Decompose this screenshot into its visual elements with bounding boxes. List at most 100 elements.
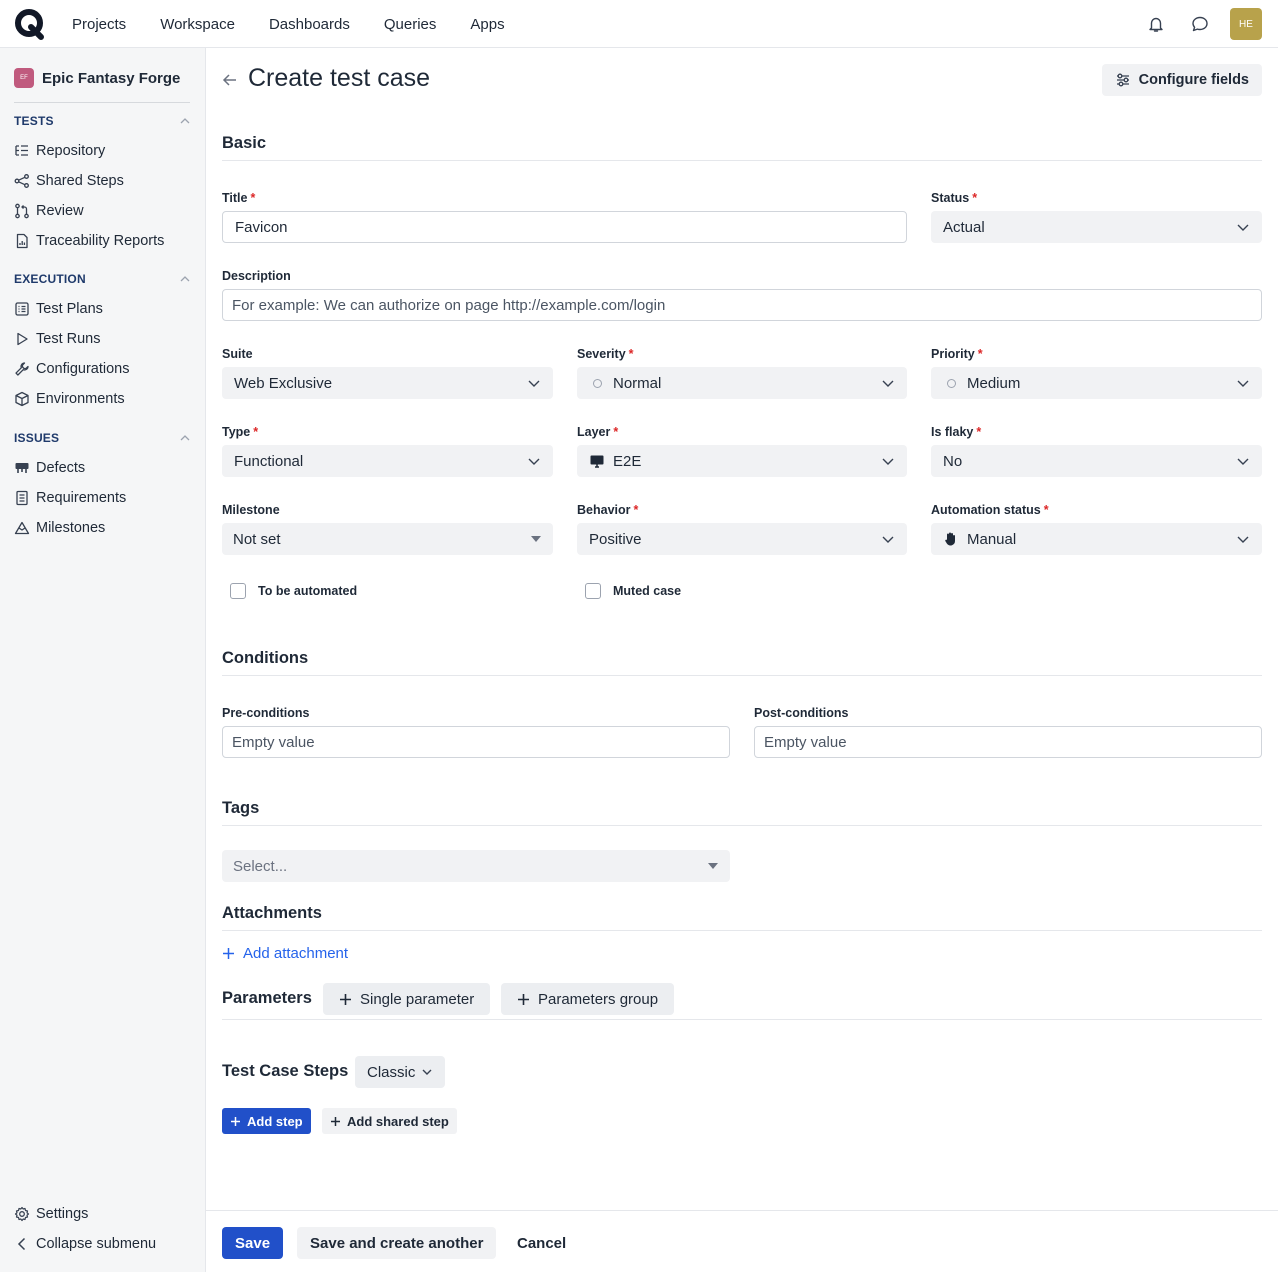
severity-label-text: Severity xyxy=(577,347,626,361)
suite-select[interactable]: Web Exclusive xyxy=(222,367,553,399)
bell-icon[interactable] xyxy=(1142,8,1170,40)
flaky-select[interactable]: No xyxy=(931,445,1262,477)
git-pull-request-icon xyxy=(15,203,29,219)
post-conditions-label: Post-conditions xyxy=(754,706,849,720)
sidebar-item-test-runs[interactable]: Test Runs xyxy=(14,328,100,350)
section-title-steps: Test Case Steps xyxy=(222,1062,349,1080)
plus-icon xyxy=(331,1116,340,1126)
sidebar-section-title: TESTS xyxy=(14,114,54,128)
checkbox-box[interactable] xyxy=(585,583,601,599)
plus-icon xyxy=(231,1116,240,1126)
status-label: Status * xyxy=(931,191,977,205)
post-conditions-field[interactable]: Empty value xyxy=(754,726,1262,758)
circle-icon xyxy=(589,375,605,391)
top-bar: Projects Workspace Dashboards Queries Ap… xyxy=(0,0,1278,48)
severity-label: Severity * xyxy=(577,347,634,361)
milestone-select[interactable]: Not set xyxy=(222,523,553,555)
severity-select[interactable]: Normal xyxy=(577,367,907,399)
cancel-button[interactable]: Cancel xyxy=(504,1227,579,1259)
chevron-down-icon xyxy=(882,458,894,465)
nav-apps[interactable]: Apps xyxy=(470,16,504,33)
section-title-basic: Basic xyxy=(222,134,267,152)
configure-fields-button[interactable]: Configure fields xyxy=(1101,64,1262,96)
nav-projects[interactable]: Projects xyxy=(72,16,126,33)
sidebar: EF Epic Fantasy Forge TESTS Repository S… xyxy=(0,48,206,1272)
sidebar-item-milestones[interactable]: Milestones xyxy=(14,517,105,539)
automation-value: Manual xyxy=(967,530,1017,548)
sidebar-item-label: Collapse submenu xyxy=(36,1236,157,1252)
collapse-submenu-button[interactable]: Collapse submenu xyxy=(14,1233,156,1255)
report-icon xyxy=(16,233,28,249)
project-selector[interactable]: EF Epic Fantasy Forge xyxy=(14,68,180,88)
save-and-create-another-button[interactable]: Save and create another xyxy=(297,1227,497,1259)
sidebar-item-traceability-reports[interactable]: Traceability Reports xyxy=(14,230,164,252)
sidebar-item-environments[interactable]: Environments xyxy=(14,388,125,410)
section-title-conditions: Conditions xyxy=(222,649,309,667)
caret-down-icon xyxy=(531,536,541,542)
sidebar-section-execution[interactable]: EXECUTION xyxy=(14,272,190,286)
hand-icon xyxy=(943,531,959,547)
status-label-text: Status xyxy=(931,191,970,205)
circle-icon xyxy=(943,375,959,391)
parameters-group-button[interactable]: Parameters group xyxy=(501,983,675,1015)
save-button[interactable]: Save xyxy=(222,1227,284,1259)
nav-dashboards[interactable]: Dashboards xyxy=(269,16,350,33)
sidebar-item-test-plans[interactable]: Test Plans xyxy=(14,298,103,320)
back-arrow-icon[interactable] xyxy=(222,72,238,88)
sidebar-section-tests[interactable]: TESTS xyxy=(14,114,190,128)
sidebar-item-settings[interactable]: Settings xyxy=(14,1203,88,1225)
behavior-value: Positive xyxy=(589,530,642,548)
single-parameter-button[interactable]: Single parameter xyxy=(323,983,491,1015)
type-select[interactable]: Functional xyxy=(222,445,553,477)
layer-label-text: Layer xyxy=(577,425,611,439)
suite-value: Web Exclusive xyxy=(234,374,333,392)
required-marker: * xyxy=(976,425,982,439)
layer-select[interactable]: E2E xyxy=(577,445,907,477)
to-be-automated-checkbox[interactable]: To be automated xyxy=(230,583,357,599)
chat-icon[interactable] xyxy=(1186,8,1214,40)
behavior-label: Behavior * xyxy=(577,503,638,517)
sidebar-section-issues[interactable]: ISSUES xyxy=(14,431,190,445)
automation-select[interactable]: Manual xyxy=(931,523,1262,555)
project-badge: EF xyxy=(14,68,34,88)
chevron-up-icon xyxy=(180,435,190,441)
priority-select[interactable]: Medium xyxy=(931,367,1262,399)
nav-workspace[interactable]: Workspace xyxy=(160,16,235,33)
avatar[interactable]: HE xyxy=(1230,8,1262,40)
add-attachment-button[interactable]: Add attachment xyxy=(222,945,348,962)
priority-value: Medium xyxy=(967,374,1021,392)
sidebar-item-label: Traceability Reports xyxy=(36,233,165,249)
title-input[interactable]: Favicon xyxy=(222,211,907,243)
add-shared-step-label: Add shared step xyxy=(347,1113,449,1129)
description-field[interactable]: For example: We can authorize on page ht… xyxy=(222,289,1262,321)
sidebar-item-review[interactable]: Review xyxy=(14,200,84,222)
automation-label-text: Automation status xyxy=(931,503,1041,517)
nav-queries[interactable]: Queries xyxy=(384,16,437,33)
chevron-left-icon xyxy=(17,1237,26,1251)
steps-mode-select[interactable]: Classic xyxy=(355,1056,446,1088)
tags-select[interactable]: Select... xyxy=(222,850,730,882)
muted-case-checkbox[interactable]: Muted case xyxy=(585,583,681,599)
single-parameter-label: Single parameter xyxy=(360,990,475,1008)
sidebar-item-repository[interactable]: Repository xyxy=(14,140,105,162)
layer-label: Layer * xyxy=(577,425,618,439)
to-be-automated-label: To be automated xyxy=(258,584,358,598)
add-shared-step-button[interactable]: Add shared step xyxy=(322,1108,457,1134)
section-title-attachments: Attachments xyxy=(222,904,322,922)
sidebar-item-shared-steps[interactable]: Shared Steps xyxy=(14,170,124,192)
sidebar-item-label: Settings xyxy=(36,1206,89,1222)
status-select[interactable]: Actual xyxy=(931,211,1262,243)
parameters-group-label: Parameters group xyxy=(538,990,659,1008)
checkbox-box[interactable] xyxy=(230,583,246,599)
sidebar-item-configurations[interactable]: Configurations xyxy=(14,358,130,380)
flaky-label: Is flaky * xyxy=(931,425,981,439)
required-marker: * xyxy=(250,191,256,205)
add-step-button[interactable]: Add step xyxy=(222,1108,311,1134)
sidebar-item-defects[interactable]: Defects xyxy=(14,457,85,479)
behavior-select[interactable]: Positive xyxy=(577,523,907,555)
pre-conditions-field[interactable]: Empty value xyxy=(222,726,730,758)
suite-label: Suite xyxy=(222,347,253,361)
sidebar-item-requirements[interactable]: Requirements xyxy=(14,487,126,509)
q-logo-icon[interactable] xyxy=(14,8,46,40)
add-attachment-label: Add attachment xyxy=(243,945,349,962)
